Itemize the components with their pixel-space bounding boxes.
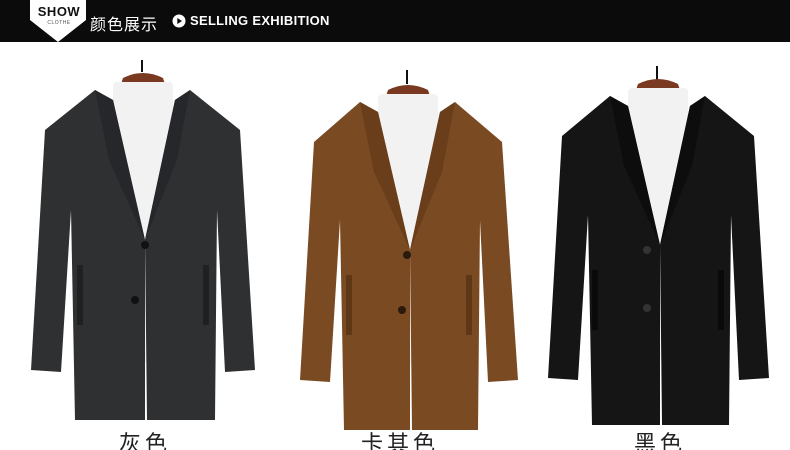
play-circle-icon <box>172 14 186 28</box>
show-badge: SHOW CLOTHE <box>22 0 94 42</box>
product-image-grey-coat <box>25 60 265 440</box>
color-label-grey: 灰色 <box>118 432 171 450</box>
product-image-khaki-coat <box>290 60 530 440</box>
badge-title: SHOW <box>37 4 81 19</box>
section-title-en: SELLING EXHIBITION <box>190 13 330 28</box>
header-bar: SHOW CLOTHE 颜色展示 SELLING EXHIBITION <box>0 0 790 42</box>
color-label-khaki: 卡其色 <box>360 432 439 450</box>
color-label-black: 黑色 <box>633 432 686 450</box>
product-image-black-coat <box>540 60 780 440</box>
section-title-cn: 颜色展示 <box>90 15 159 34</box>
badge-subtitle: CLOTHE <box>47 20 71 26</box>
